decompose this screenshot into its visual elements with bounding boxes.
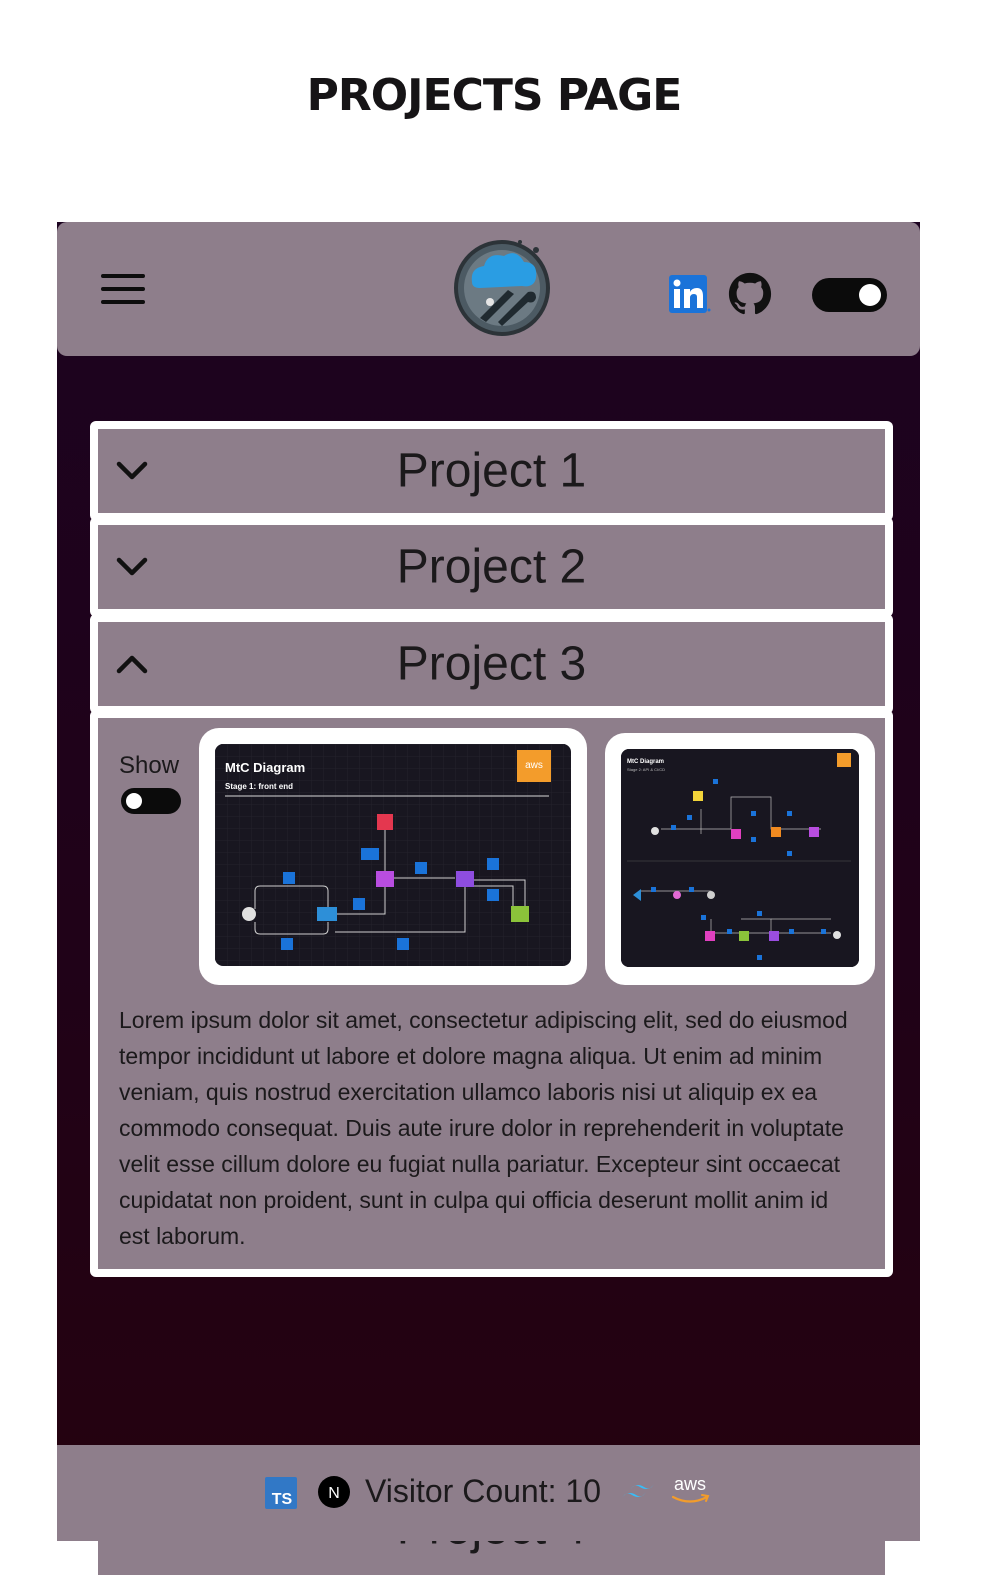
typescript-icon[interactable]: TS (265, 1477, 297, 1509)
accordion-header-project-2[interactable]: Project 2 (98, 525, 885, 609)
accordion-item-project-2: Project 2 (90, 517, 893, 617)
svg-text:N: N (328, 1485, 340, 1502)
svg-text:aws: aws (674, 1474, 706, 1494)
page-title: PROJECTS PAGE (306, 70, 683, 121)
diagram-title: MtC Diagram (627, 759, 664, 765)
linkedin-icon[interactable] (669, 275, 711, 313)
accordion-title: Project 3 (396, 637, 587, 691)
show-label: Show (119, 752, 180, 779)
accordion-item-project-3: Project 3 (90, 614, 893, 714)
accordion-title: Project 2 (396, 540, 587, 594)
theme-toggle[interactable] (812, 278, 887, 312)
footer: TS N Visitor Count: 10 aws (57, 1445, 920, 1541)
architecture-diagram-1: MtC Diagram Stage 1: front end aws (215, 744, 571, 966)
diagram-card-2[interactable]: MtC Diagram Stage 2: API & CI/CD (605, 733, 875, 985)
visitor-count: Visitor Count: 10 (365, 1473, 601, 1509)
project-description: Lorem ipsum dolor sit amet, consectetur … (119, 1007, 848, 1249)
project-3-panel-content: Show MtC Diagram Stage 1: front end aws … (98, 718, 885, 1269)
accordion-title: Project 1 (396, 444, 587, 498)
diagram-subtitle: Stage 2: API & CI/CD (627, 767, 665, 772)
show-toggle[interactable] (121, 788, 181, 814)
aws-icon[interactable]: aws (667, 1473, 713, 1509)
navbar (57, 222, 920, 356)
github-icon[interactable] (727, 271, 773, 317)
nextjs-icon[interactable]: N (317, 1475, 351, 1509)
tailwind-icon[interactable] (621, 1481, 655, 1505)
diagram-title: MtC Diagram (225, 760, 305, 775)
accordion-header-project-1[interactable]: Project 1 (98, 429, 885, 513)
svg-text:TS: TS (272, 1491, 293, 1508)
cloud-tools-logo[interactable] (450, 234, 554, 338)
accordion-header-project-3[interactable]: Project 3 (98, 622, 885, 706)
aws-badge: aws (525, 760, 543, 771)
architecture-diagram-2: MtC Diagram Stage 2: API & CI/CD (621, 749, 859, 967)
app-frame: Project 1 Project 2 Project 3 Show MtC D… (57, 222, 920, 1577)
project-3-panel: Show MtC Diagram Stage 1: front end aws … (90, 710, 893, 1277)
diagram-subtitle: Stage 1: front end (225, 782, 293, 791)
hamburger-menu-icon[interactable] (101, 274, 145, 306)
accordion-item-project-1: Project 1 (90, 421, 893, 521)
diagram-card-1[interactable]: MtC Diagram Stage 1: front end aws (199, 728, 587, 985)
